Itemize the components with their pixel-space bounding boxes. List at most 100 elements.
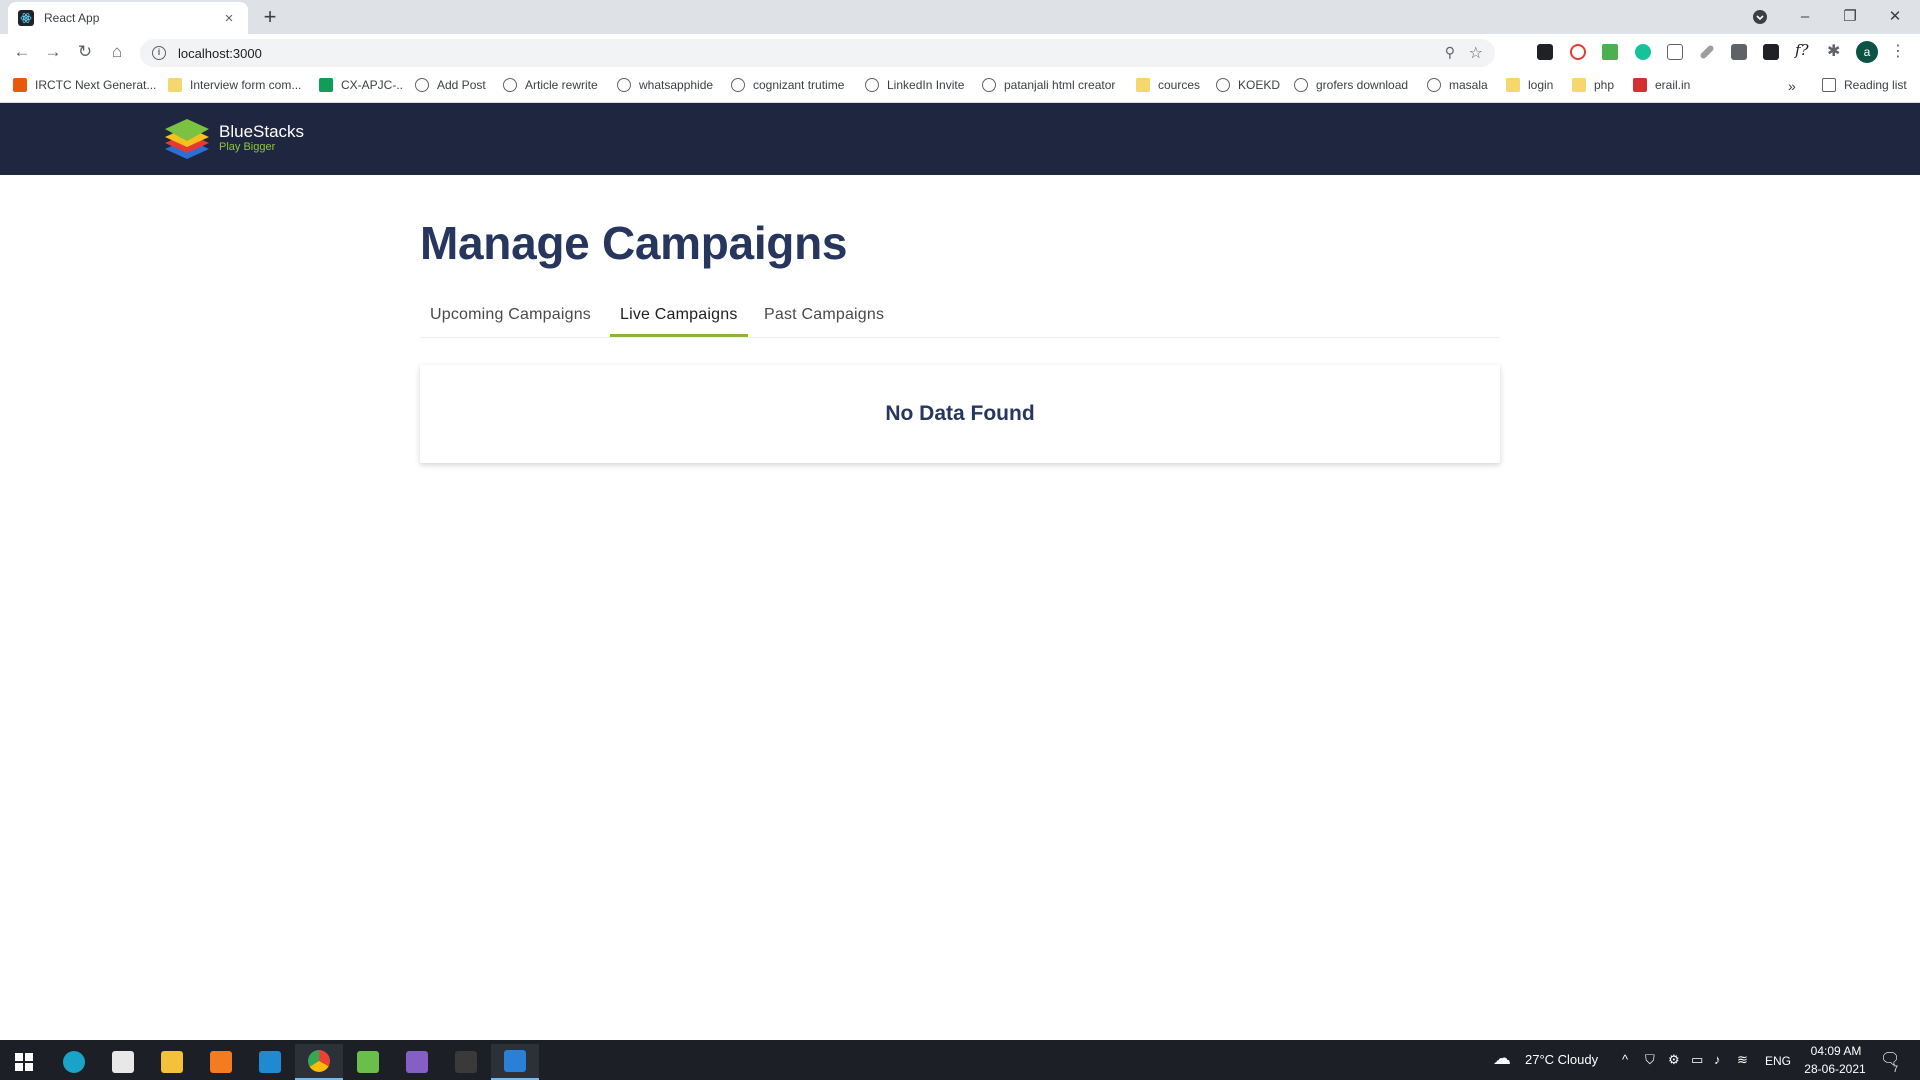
folder-icon	[168, 78, 182, 92]
tab-search-icon[interactable]	[1740, 4, 1780, 30]
extension-code-icon[interactable]	[1667, 44, 1683, 60]
tab-live-campaigns[interactable]: Live Campaigns	[610, 306, 748, 337]
windows-start-icon[interactable]	[0, 1044, 48, 1080]
close-window-button[interactable]: ✕	[1875, 4, 1915, 30]
irctc-icon	[13, 78, 27, 92]
bookmark-item[interactable]: php	[1572, 78, 1614, 92]
bookmark-item[interactable]: patanjali html creator	[982, 78, 1115, 92]
globe-icon	[731, 78, 745, 92]
bookmark-label: login	[1528, 78, 1554, 92]
bookmark-label: IRCTC Next Generat...	[35, 78, 157, 92]
minimize-button[interactable]: –	[1785, 4, 1825, 30]
notification-count: 7	[1893, 1064, 1899, 1074]
url-text: localhost:3000	[178, 45, 262, 61]
globe-icon	[617, 78, 631, 92]
bookmark-label: CX-APJC-..	[341, 78, 404, 92]
reading-list-button[interactable]: Reading list	[1822, 78, 1907, 92]
edge-icon[interactable]	[50, 1044, 98, 1080]
bookmark-item[interactable]: KOEKD	[1216, 78, 1280, 92]
home-icon[interactable]: ⌂	[105, 40, 129, 64]
bookmark-item[interactable]: grofers download	[1294, 78, 1408, 92]
clock-time[interactable]: 04:09 AM	[1806, 1044, 1866, 1058]
chrome-icon[interactable]	[295, 1044, 343, 1080]
bookmark-star-icon[interactable]: ☆	[1469, 43, 1483, 63]
weather-cloud-icon[interactable]: ☁	[1493, 1048, 1511, 1069]
tab-upcoming-campaigns[interactable]: Upcoming Campaigns	[420, 306, 601, 337]
bookmark-item[interactable]: Interview form com...	[168, 78, 301, 92]
profile-avatar[interactable]: a	[1856, 41, 1878, 63]
bookmark-item[interactable]: Add Post	[415, 78, 486, 92]
photos-icon[interactable]	[491, 1044, 539, 1080]
browser-toolbar: ← → ↻ ⌂ i localhost:3000 ⚲ ☆	[0, 34, 1920, 70]
chrome-logo	[308, 1050, 330, 1072]
tab-close-icon[interactable]: ×	[220, 10, 238, 27]
volume-icon[interactable]: ♪	[1714, 1052, 1721, 1067]
security-icon[interactable]: ⛉	[1645, 1052, 1655, 1068]
extension-opera-icon[interactable]	[1570, 44, 1586, 60]
network-shield-icon[interactable]: ⚙	[1668, 1052, 1680, 1068]
train-icon	[1633, 78, 1647, 92]
globe-icon	[415, 78, 429, 92]
bookmark-item[interactable]: masala	[1427, 78, 1488, 92]
reload-icon[interactable]: ↻	[73, 40, 97, 64]
zoom-icon[interactable]: ⚲	[1445, 44, 1455, 61]
notepad-logo	[357, 1051, 379, 1073]
language-indicator[interactable]: ENG	[1765, 1054, 1791, 1068]
explorer-logo	[161, 1051, 183, 1073]
store-icon[interactable]	[99, 1044, 147, 1080]
browser-tab[interactable]: React App ×	[8, 2, 248, 34]
folder-icon	[1572, 78, 1586, 92]
reading-list-icon	[1822, 78, 1836, 92]
address-bar[interactable]: i localhost:3000 ⚲ ☆	[140, 39, 1495, 67]
notepad-icon[interactable]	[344, 1044, 392, 1080]
browser-tab-strip: React App × + – ❐ ✕	[0, 0, 1920, 34]
bookmark-item[interactable]: IRCTC Next Generat...	[13, 78, 156, 92]
back-arrow-icon[interactable]: ←	[10, 40, 34, 64]
bookmark-label: grofers download	[1316, 78, 1409, 92]
folder-icon	[1506, 78, 1520, 92]
file-explorer-icon[interactable]	[148, 1044, 196, 1080]
site-info-icon[interactable]: i	[152, 46, 166, 60]
extensions-puzzle-icon[interactable]: ✱	[1827, 41, 1843, 60]
bookmark-label: patanjali html creator	[1004, 78, 1116, 92]
forward-arrow-icon[interactable]: →	[41, 40, 65, 64]
sheets-icon	[319, 78, 333, 92]
clock-date[interactable]: 28-06-2021	[1800, 1062, 1870, 1076]
bookmark-item[interactable]: Article rewrite	[503, 78, 598, 92]
bookmarks-overflow-icon[interactable]: »	[1788, 78, 1796, 94]
vscode-icon[interactable]	[246, 1044, 294, 1080]
extension-formula-icon[interactable]: f?	[1795, 41, 1815, 59]
xampp-icon[interactable]	[197, 1044, 245, 1080]
bookmark-item[interactable]: login	[1506, 78, 1553, 92]
bookmark-label: masala	[1449, 78, 1488, 92]
browser-menu-icon[interactable]: ⋮	[1890, 41, 1906, 60]
extension-trello-icon[interactable]	[1537, 44, 1553, 60]
bookmark-item[interactable]: cources	[1136, 78, 1200, 92]
wifi-icon[interactable]: ≋	[1737, 1052, 1748, 1068]
empty-state-message: No Data Found	[885, 402, 1035, 425]
notion-logo	[455, 1051, 477, 1073]
visual-studio-icon[interactable]	[393, 1044, 441, 1080]
extension-grammarly-icon[interactable]	[1635, 44, 1651, 60]
notion-icon[interactable]	[442, 1044, 490, 1080]
bookmark-item[interactable]: CX-APJC-..	[319, 78, 403, 92]
bookmark-label: whatsapphide	[639, 78, 714, 92]
tab-past-campaigns[interactable]: Past Campaigns	[754, 306, 894, 337]
tray-expand-icon[interactable]: ^	[1622, 1052, 1628, 1067]
new-tab-button[interactable]: +	[258, 6, 282, 30]
bookmark-label: php	[1594, 78, 1615, 92]
bookmark-item[interactable]: cognizant trutime	[731, 78, 844, 92]
restore-button[interactable]: ❐	[1830, 4, 1870, 30]
globe-icon	[1427, 78, 1441, 92]
extension-toggl-icon[interactable]	[1763, 44, 1779, 60]
xampp-logo	[210, 1051, 232, 1073]
battery-icon[interactable]: ▭	[1691, 1052, 1703, 1068]
extension-screen-icon[interactable]	[1602, 44, 1618, 60]
bookmark-item[interactable]: erail.in	[1633, 78, 1690, 92]
extension-info-icon[interactable]	[1731, 44, 1747, 60]
bluestacks-logo-icon[interactable]	[163, 117, 211, 161]
bookmark-item[interactable]: LinkedIn Invite	[865, 78, 964, 92]
bookmark-item[interactable]: whatsapphide	[617, 78, 713, 92]
weather-text[interactable]: 27°C Cloudy	[1525, 1052, 1598, 1067]
reading-list-label: Reading list	[1844, 78, 1907, 92]
